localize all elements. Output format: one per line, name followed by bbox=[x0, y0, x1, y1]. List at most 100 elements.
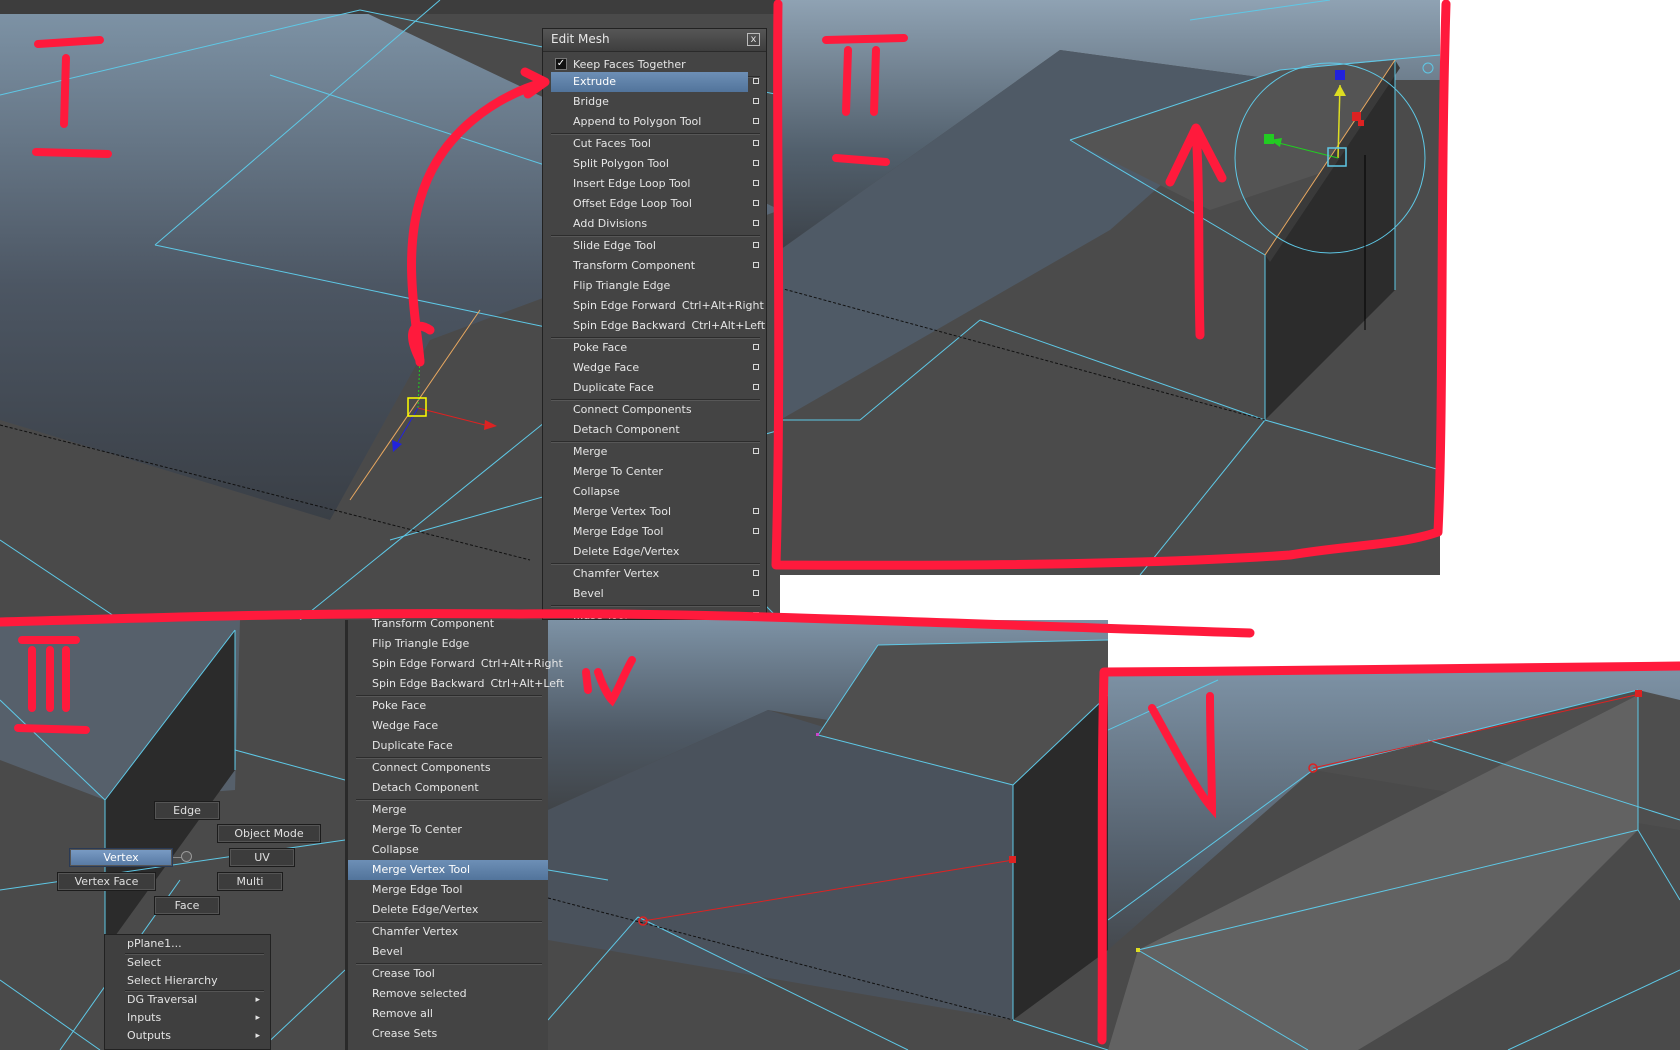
option-box-icon[interactable] bbox=[753, 344, 759, 350]
menu-item-wedge-face[interactable]: Wedge Face bbox=[348, 716, 548, 736]
menu-item-collapse[interactable]: Collapse bbox=[348, 840, 548, 860]
menu-item-append-to-polygon-tool[interactable]: Append to Polygon Tool bbox=[543, 112, 766, 132]
option-box-icon[interactable] bbox=[753, 78, 759, 84]
context-item-select[interactable]: Select bbox=[127, 954, 264, 972]
marking-face-button[interactable]: Face bbox=[154, 896, 220, 915]
menu-item-spin-edge-forward[interactable]: Spin Edge Forward Ctrl+Alt+Right bbox=[348, 654, 563, 674]
menu-item-label: Collapse bbox=[573, 485, 620, 498]
menu-item-chamfer-vertex[interactable]: Chamfer Vertex bbox=[543, 564, 766, 584]
submenu-arrow-icon: ▸ bbox=[255, 1013, 260, 1023]
close-icon[interactable]: x bbox=[747, 33, 760, 46]
menu-item-spin-edge-backward[interactable]: Spin Edge Backward Ctrl+Alt+Left bbox=[543, 316, 766, 336]
option-box-icon[interactable] bbox=[753, 384, 759, 390]
menu-item-split-polygon-tool[interactable]: Split Polygon Tool bbox=[543, 154, 766, 174]
menu-item-duplicate-face[interactable]: Duplicate Face bbox=[543, 378, 766, 398]
menu-item-label: Add Divisions bbox=[573, 217, 648, 230]
menu-item-transform-component[interactable]: Transform Component bbox=[348, 614, 548, 634]
menu-item-connect-components[interactable]: Connect Components bbox=[348, 758, 548, 778]
option-box-icon[interactable] bbox=[753, 98, 759, 104]
option-box-icon[interactable] bbox=[753, 220, 759, 226]
menu-item-spin-edge-backward[interactable]: Spin Edge Backward Ctrl+Alt+Left bbox=[348, 674, 564, 694]
menu-item-label: Merge To Center bbox=[573, 465, 663, 478]
viewport-panel-5[interactable] bbox=[1108, 670, 1680, 1050]
menu-item-merge-edge-tool[interactable]: Merge Edge Tool bbox=[543, 522, 766, 542]
viewport-panel-2[interactable] bbox=[780, 0, 1440, 575]
context-item-label: pPlane1... bbox=[127, 937, 182, 950]
menu-item-extrude[interactable]: Extrude bbox=[551, 72, 759, 92]
context-item-select-hierarchy[interactable]: Select Hierarchy bbox=[127, 972, 264, 990]
menu-item-shortcut: Ctrl+Alt+Right bbox=[480, 657, 563, 670]
menu-item-remove-selected[interactable]: Remove selected bbox=[348, 984, 548, 1004]
context-item-pplane1[interactable]: pPlane1... bbox=[127, 935, 264, 953]
marking-vertex-button[interactable]: Vertex bbox=[69, 848, 173, 867]
menu-item-detach-component[interactable]: Detach Component bbox=[348, 778, 548, 798]
menu-item-delete-edge-vertex[interactable]: Delete Edge/Vertex bbox=[543, 542, 766, 562]
menu-item-remove-all[interactable]: Remove all bbox=[348, 1004, 548, 1024]
option-box-icon[interactable] bbox=[753, 242, 759, 248]
menu-item-duplicate-face[interactable]: Duplicate Face bbox=[348, 736, 548, 756]
menu-item-label: Split Polygon Tool bbox=[573, 157, 669, 170]
check-icon[interactable]: ✓ bbox=[555, 58, 567, 70]
menu-item-detach-component[interactable]: Detach Component bbox=[543, 420, 766, 440]
menu-item-ase-tool[interactable]: ...ase Tool bbox=[543, 606, 766, 626]
menu-item-collapse[interactable]: Collapse bbox=[543, 482, 766, 502]
menu-item-connect-components[interactable]: Connect Components bbox=[543, 400, 766, 420]
option-box-icon[interactable] bbox=[753, 364, 759, 370]
menu-item-flip-triangle-edge[interactable]: Flip Triangle Edge bbox=[348, 634, 548, 654]
menu-item-spin-edge-forward[interactable]: Spin Edge Forward Ctrl+Alt+Right bbox=[543, 296, 766, 316]
option-box-icon[interactable] bbox=[753, 448, 759, 454]
menu-item-merge[interactable]: Merge bbox=[348, 800, 548, 820]
menu-item-label: Merge bbox=[573, 445, 608, 458]
viewport-panel-4[interactable] bbox=[548, 620, 1108, 1050]
menu-item-add-divisions[interactable]: Add Divisions bbox=[543, 214, 766, 234]
menu-item-merge-edge-tool[interactable]: Merge Edge Tool bbox=[348, 880, 548, 900]
menu-item-slide-edge-tool[interactable]: Slide Edge Tool bbox=[543, 236, 766, 256]
menu-item-flip-triangle-edge[interactable]: Flip Triangle Edge bbox=[543, 276, 766, 296]
marking-edge-button[interactable]: Edge bbox=[154, 801, 220, 820]
menu-item-transform-component[interactable]: Transform Component bbox=[543, 256, 766, 276]
menu-item-merge-vertex-tool[interactable]: Merge Vertex Tool bbox=[543, 502, 766, 522]
menu-item-bevel[interactable]: Bevel bbox=[348, 942, 548, 962]
menu-item-chamfer-vertex[interactable]: Chamfer Vertex bbox=[348, 922, 548, 942]
menu-item-poke-face[interactable]: Poke Face bbox=[348, 696, 548, 716]
marking-vertex-face-button[interactable]: Vertex Face bbox=[57, 872, 156, 891]
menu-item-bevel[interactable]: Bevel bbox=[543, 584, 766, 604]
menu-item-wedge-face[interactable]: Wedge Face bbox=[543, 358, 766, 378]
marking-uv-button[interactable]: UV bbox=[229, 848, 295, 867]
menu-item-delete-edge-vertex[interactable]: Delete Edge/Vertex bbox=[348, 900, 548, 920]
menu-item-merge[interactable]: Merge bbox=[543, 442, 766, 462]
context-item-dg-traversal[interactable]: DG Traversal ▸ bbox=[127, 991, 264, 1009]
option-box-icon[interactable] bbox=[753, 180, 759, 186]
object-context-menu: pPlane1... Select Select Hierarchy DG Trave… bbox=[104, 934, 271, 1050]
menu-item-label: Cut Faces Tool bbox=[573, 137, 651, 150]
menu-item-label: Spin Edge Forward Ctrl+Alt+Right bbox=[372, 657, 563, 670]
marking-menu-center-dot bbox=[181, 851, 192, 862]
menu-item-label: Flip Triangle Edge bbox=[372, 637, 470, 650]
option-box-icon[interactable] bbox=[753, 140, 759, 146]
menu-item-merge-to-center[interactable]: Merge To Center bbox=[348, 820, 548, 840]
edit-mesh-titlebar[interactable]: Edit Mesh x bbox=[543, 29, 766, 52]
option-box-icon[interactable] bbox=[753, 118, 759, 124]
context-item-outputs[interactable]: Outputs ▸ bbox=[127, 1027, 264, 1045]
option-box-icon[interactable] bbox=[753, 570, 759, 576]
option-box-icon[interactable] bbox=[753, 528, 759, 534]
menu-item-crease-sets[interactable]: Crease Sets bbox=[348, 1024, 548, 1044]
menu-item-crease-tool[interactable]: Crease Tool bbox=[348, 964, 548, 984]
context-item-inputs[interactable]: Inputs ▸ bbox=[127, 1009, 264, 1027]
menu-item-label: Crease Sets bbox=[372, 1027, 438, 1040]
option-box-icon[interactable] bbox=[753, 612, 759, 618]
option-box-icon[interactable] bbox=[753, 200, 759, 206]
marking-object-mode-button[interactable]: Object Mode bbox=[217, 824, 321, 843]
menu-item-bridge[interactable]: Bridge bbox=[543, 92, 766, 112]
menu-item-merge-to-center[interactable]: Merge To Center bbox=[543, 462, 766, 482]
option-box-icon[interactable] bbox=[753, 508, 759, 514]
menu-item-offset-edge-loop-tool[interactable]: Offset Edge Loop Tool bbox=[543, 194, 766, 214]
menu-item-insert-edge-loop-tool[interactable]: Insert Edge Loop Tool bbox=[543, 174, 766, 194]
option-box-icon[interactable] bbox=[753, 590, 759, 596]
option-box-icon[interactable] bbox=[753, 160, 759, 166]
menu-item-poke-face[interactable]: Poke Face bbox=[543, 338, 766, 358]
menu-item-cut-faces-tool[interactable]: Cut Faces Tool bbox=[543, 134, 766, 154]
marking-multi-button[interactable]: Multi bbox=[217, 872, 283, 891]
option-box-icon[interactable] bbox=[753, 262, 759, 268]
menu-item-merge-vertex-tool[interactable]: Merge Vertex Tool bbox=[348, 860, 548, 880]
